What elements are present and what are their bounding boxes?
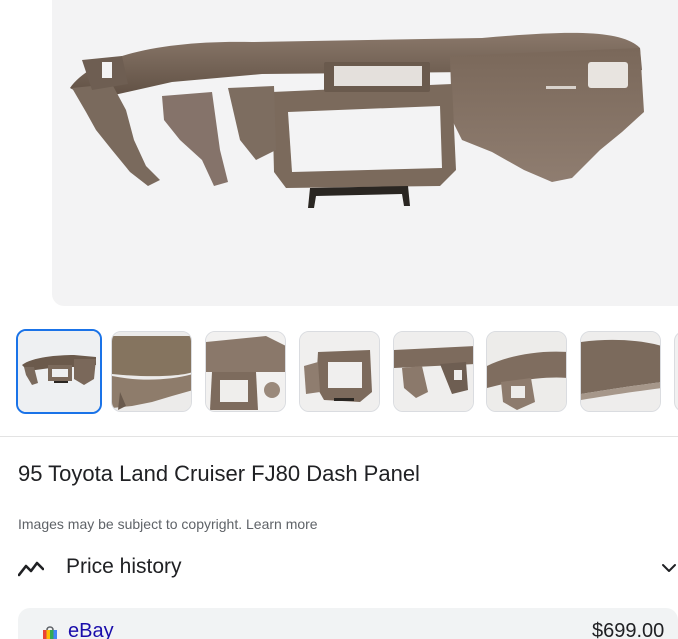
chevron-down-icon	[662, 564, 676, 572]
thumbnail-image	[581, 332, 660, 411]
copyright-text: Images may be subject to copyright.	[18, 516, 243, 532]
offer-row[interactable]: eBay $699.00	[18, 608, 678, 639]
copyright-notice: Images may be subject to copyright. Lear…	[18, 516, 318, 532]
thumbnail-image	[300, 332, 379, 411]
thumbnail-image	[18, 331, 100, 412]
dash-panel-image	[70, 32, 644, 208]
thumbnail-2[interactable]	[111, 331, 192, 412]
thumbnail-1[interactable]	[16, 329, 102, 414]
price-history-toggle[interactable]: Price history	[0, 546, 678, 590]
product-title: 95 Toyota Land Cruiser FJ80 Dash Panel	[18, 461, 420, 486]
learn-more-link[interactable]: Learn more	[246, 516, 318, 532]
thumbnail-6[interactable]	[486, 331, 567, 412]
thumbnail-image	[487, 332, 566, 411]
main-product-image[interactable]: eBay	[52, 0, 678, 306]
thumbnail-image	[112, 332, 191, 411]
thumbnail-4[interactable]	[299, 331, 380, 412]
price-history-label: Price history	[66, 555, 182, 578]
thumbnail-strip	[0, 329, 678, 415]
thumbnail-image	[206, 332, 285, 411]
store-name-link[interactable]: eBay	[68, 620, 114, 639]
shopping-bag-icon	[43, 626, 57, 639]
thumbnail-image	[394, 332, 473, 411]
thumbnail-8-partial[interactable]	[674, 331, 678, 412]
offer-price: $699.00	[592, 620, 665, 639]
image-viewer-panel: eBay	[0, 0, 678, 639]
thumbnail-7[interactable]	[580, 331, 661, 412]
thumbnail-5[interactable]	[393, 331, 474, 412]
section-divider	[0, 436, 678, 437]
thumbnail-3[interactable]	[205, 331, 286, 412]
trend-line-icon	[18, 561, 44, 577]
